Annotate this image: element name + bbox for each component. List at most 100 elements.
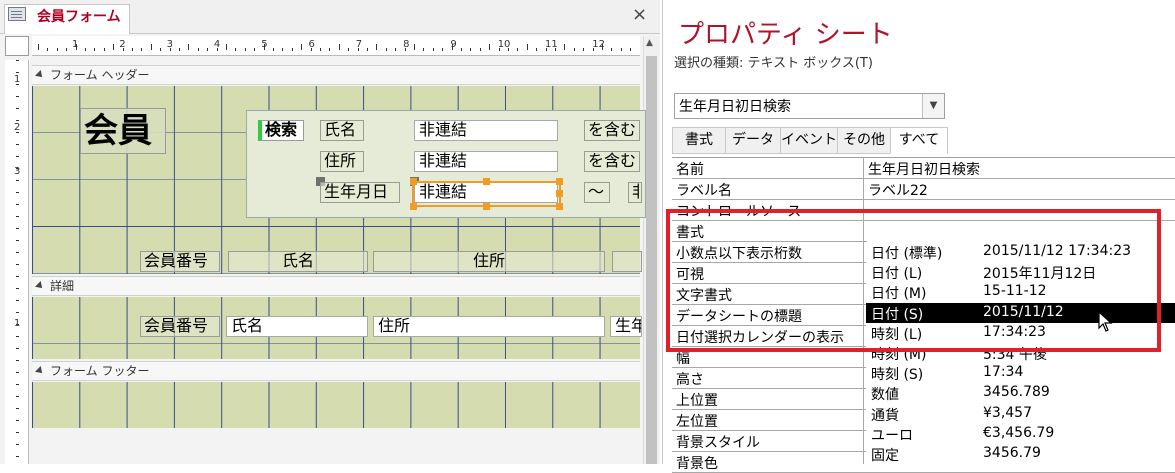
ruler-tick [16, 288, 19, 289]
detail-birthdate-field[interactable]: 生年 [610, 316, 642, 337]
address-contains-label[interactable]: を含む [584, 151, 640, 172]
property-value[interactable]: 生年月日初日検索 [868, 159, 980, 179]
ruler-tick [386, 48, 387, 51]
search-label[interactable]: 検索 [258, 120, 304, 141]
ruler-number: 5 [261, 39, 267, 50]
form-selector[interactable] [5, 36, 29, 56]
birthdate-end-field[interactable]: 非 [628, 182, 642, 203]
column-label-member-no[interactable]: 会員番号 [140, 251, 220, 272]
resize-handle[interactable] [556, 178, 563, 185]
format-option[interactable]: ユーロ €3,456.79 [866, 424, 1175, 445]
ruler-number: 12 [592, 39, 605, 50]
format-option[interactable]: 通貨¥3,457 [866, 404, 1175, 425]
format-option[interactable]: 時刻 (S)17:34 [866, 363, 1175, 384]
tab-event[interactable]: イベント [780, 127, 838, 154]
resize-handle[interactable] [556, 190, 563, 197]
close-icon[interactable]: × [632, 4, 647, 25]
range-tilde-label[interactable]: ～ [584, 182, 610, 203]
detail-member-no-label[interactable]: 会員番号 [140, 316, 220, 337]
ruler-tick [16, 96, 19, 97]
detail-name-field[interactable]: 氏名 [226, 316, 368, 337]
ruler-number: 11 [545, 39, 558, 50]
column-label-extra[interactable] [612, 251, 642, 272]
tab-data[interactable]: データ [725, 127, 781, 154]
ruler-tick [16, 444, 19, 445]
column-label-name[interactable]: 氏名 [228, 251, 368, 272]
ruler-tick [348, 48, 349, 51]
section-header-bar[interactable]: フォーム ヘッダー [32, 65, 640, 85]
ruler-tick [583, 48, 584, 51]
property-name: 名前 [676, 159, 704, 179]
format-option-example: €3,456.79 [983, 425, 1054, 441]
selection-type-label: 選択の種類: テキスト ボックス(T) [674, 52, 873, 71]
horizontal-ruler[interactable]: 12345678910111213 [32, 36, 640, 56]
ruler-tick [630, 48, 631, 51]
address-label[interactable]: 住所 [320, 151, 364, 172]
column-label-address[interactable]: 住所 [373, 251, 605, 272]
name-contains-label[interactable]: を含む [584, 120, 640, 141]
ruler-tick [16, 264, 19, 265]
object-selector-value: 生年月日初日検索 [679, 96, 791, 116]
format-option[interactable]: 固定3456.79 [866, 444, 1175, 465]
format-option-name: ユーロ [871, 425, 913, 445]
address-search-field[interactable]: 非連結 [414, 151, 558, 172]
chevron-down-icon[interactable]: ▼ [922, 94, 944, 118]
format-option[interactable]: 数値3456.789 [866, 383, 1175, 404]
ruler-tick [16, 336, 19, 337]
resize-handle[interactable] [556, 203, 563, 210]
ruler-tick [611, 48, 612, 51]
resize-handle[interactable] [483, 203, 490, 210]
ruler-tick [442, 48, 443, 51]
scrollbar-thumb[interactable] [646, 56, 657, 464]
name-search-field[interactable]: 非連結 [414, 120, 558, 141]
format-option-example: 3456.79 [983, 445, 1041, 461]
section-detail-bar[interactable]: 詳細 [32, 276, 640, 296]
format-option-example: ¥3,457 [983, 405, 1032, 421]
vertical-ruler[interactable]: 1231 [5, 60, 29, 464]
tab-all[interactable]: すべて [890, 127, 948, 154]
ruler-tick [461, 48, 462, 51]
ruler-tick [16, 360, 19, 361]
property-name: 背景スタイル [676, 432, 760, 452]
property-name: 高さ [676, 369, 704, 389]
ruler-tick [47, 48, 48, 51]
ruler-tick [16, 228, 19, 229]
ruler-tick [104, 48, 105, 51]
ruler-tick [254, 48, 255, 51]
tab-format[interactable]: 書式 [672, 127, 726, 154]
form-title-label[interactable]: 会員 [80, 108, 166, 154]
ruler-tick [16, 324, 19, 325]
document-tab-label: 会員フォーム [37, 6, 121, 26]
ruler-tick [198, 48, 199, 51]
ruler-tick [16, 408, 19, 409]
ruler-tick [85, 48, 86, 51]
ruler-number: 7 [356, 39, 362, 50]
ruler-tick [273, 48, 274, 51]
name-label[interactable]: 氏名 [320, 120, 364, 141]
resize-handle[interactable] [410, 178, 417, 185]
ruler-tick [113, 44, 114, 50]
ruler-tick [16, 72, 19, 73]
scroll-up-icon[interactable]: ▲ [646, 38, 653, 48]
form-footer-grid[interactable] [32, 382, 640, 428]
ruler-tick [235, 48, 236, 51]
property-row[interactable]: 名前 生年月日初日検索 [672, 158, 1175, 179]
detail-address-field[interactable]: 住所 [373, 316, 605, 337]
ruler-tick [320, 48, 321, 51]
property-row[interactable]: ラベル名 ラベル22 [672, 179, 1175, 200]
birthdate-label[interactable]: 生年月日 [320, 182, 400, 203]
ruler-tick [16, 216, 19, 217]
ruler-tick [376, 44, 377, 50]
property-value[interactable]: ラベル22 [868, 180, 928, 200]
property-name: ラベル名 [676, 180, 732, 200]
form-icon [8, 7, 26, 21]
ruler-tick [66, 48, 67, 51]
resize-handle[interactable] [410, 203, 417, 210]
section-footer-bar[interactable]: フォーム フッター [32, 361, 640, 381]
tab-other[interactable]: その他 [837, 127, 891, 154]
ruler-number: 3 [167, 39, 173, 50]
ruler-tick [16, 276, 19, 277]
ruler-tick [207, 48, 208, 51]
ruler-tick [16, 192, 19, 193]
resize-handle[interactable] [483, 178, 490, 185]
